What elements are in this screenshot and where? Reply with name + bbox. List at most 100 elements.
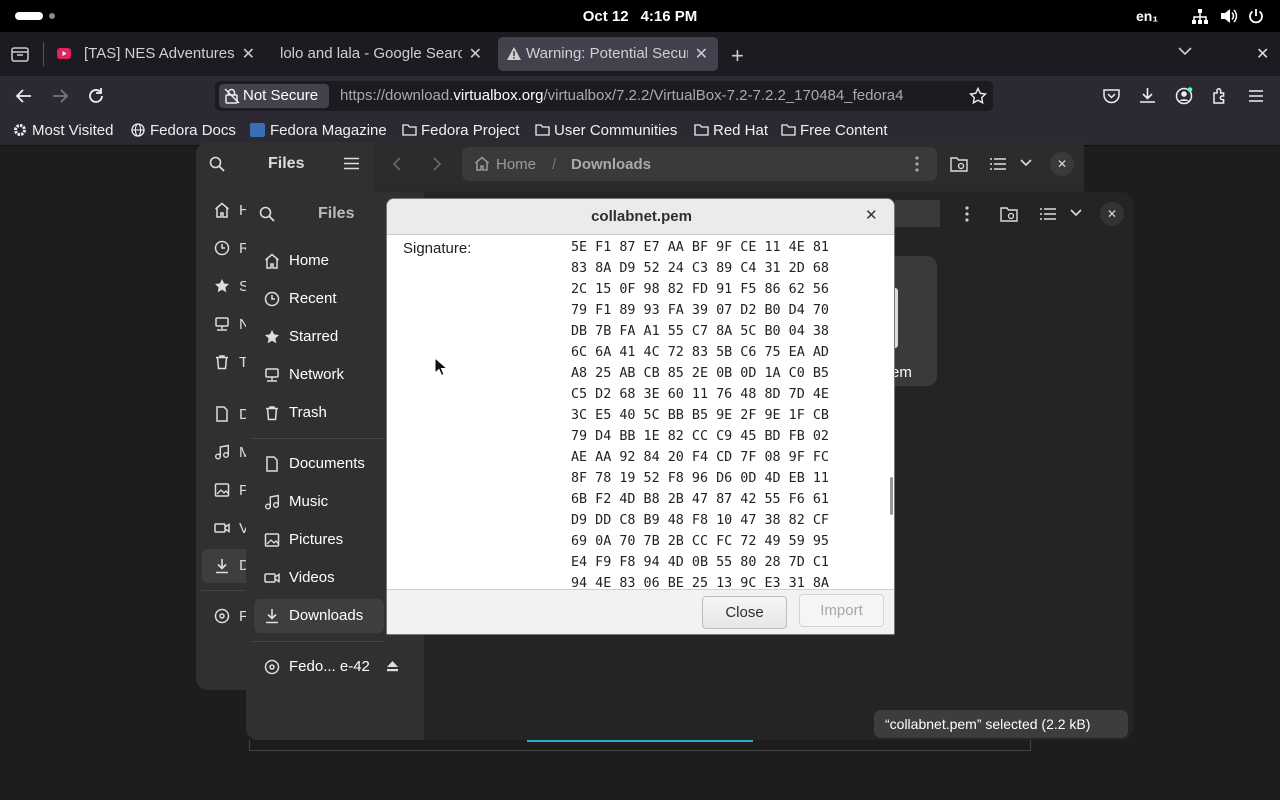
disc-icon[interactable] (214, 608, 230, 624)
clock-icon (264, 291, 280, 307)
hamburger-menu-icon[interactable] (344, 157, 359, 170)
list-all-tabs-icon[interactable] (1178, 46, 1192, 56)
search-icon[interactable] (209, 156, 225, 172)
search-folder-icon[interactable] (950, 156, 968, 172)
bookmark-free-content[interactable]: Free Content (781, 122, 888, 139)
close-tab-icon[interactable]: ✕ (242, 44, 255, 64)
bookmark-star-icon[interactable] (969, 87, 987, 105)
more-options-icon[interactable] (915, 156, 919, 172)
input-language[interactable]: en₁ (1136, 8, 1158, 24)
sidebar-item-network[interactable]: Network (254, 358, 384, 392)
breadcrumb-fragment[interactable] (895, 200, 940, 227)
forward-icon[interactable] (51, 88, 69, 104)
account-icon[interactable] (1175, 87, 1193, 105)
close-button[interactable]: Close (702, 596, 787, 629)
breadcrumb-home[interactable]: Home (496, 156, 536, 173)
power-icon[interactable] (1248, 8, 1264, 24)
dialog-scrollbar[interactable] (890, 477, 893, 515)
close-window-button[interactable]: ✕ (1100, 202, 1124, 226)
signature-hex-line: 8F 78 19 52 F8 96 D6 0D 4D EB 11 (571, 471, 829, 486)
close-window-button[interactable]: ✕ (1050, 152, 1074, 176)
sidebar-item-fedora-volume[interactable]: Fedo... e-42 (254, 650, 384, 684)
signature-hex-line: A8 25 AB CB 85 2E 0B 0D 1A C0 B5 (571, 366, 829, 381)
sidebar-item-pictures[interactable]: Pictures (254, 523, 384, 557)
volume-icon[interactable] (1220, 8, 1238, 24)
breadcrumb-current[interactable]: Downloads (571, 156, 651, 173)
bookmark-label: Fedora Project (421, 122, 520, 139)
tab-security-warning[interactable]: Warning: Potential Secur ✕ (498, 37, 718, 71)
bookmark-most-visited[interactable]: Most Visited (13, 122, 113, 139)
dialog-title: collabnet.pem (387, 199, 894, 235)
folder-icon (781, 124, 796, 136)
sidebar-item-starred[interactable]: Starred (254, 320, 384, 354)
more-options-icon[interactable] (965, 206, 969, 222)
video-icon[interactable] (214, 520, 230, 536)
sidebar-item-trash[interactable]: Trash (254, 396, 384, 430)
sidebar-item-downloads-back[interactable]: D (202, 549, 252, 583)
downloads-icon[interactable] (1139, 87, 1156, 104)
url-text[interactable]: https://download.virtualbox.org/virtualb… (340, 87, 960, 104)
sidebar-item-label: Downloads (289, 607, 364, 624)
pocket-icon[interactable] (1103, 88, 1120, 104)
search-folder-icon[interactable] (1000, 206, 1018, 222)
tab-nes-adventures[interactable]: [TAS] NES Adventures o ✕ (50, 37, 265, 71)
sidebar-divider (201, 590, 251, 591)
download-icon (264, 608, 280, 624)
signature-hex-line: 2C 15 0F 98 82 FD 91 F5 86 62 56 (571, 282, 829, 297)
tab-lolo-search[interactable]: lolo and lala - Google Searc ✕ (270, 37, 492, 71)
sidebar-item-label: Home (289, 252, 330, 269)
new-tab-icon[interactable]: + (731, 43, 744, 69)
reload-icon[interactable] (87, 87, 105, 105)
clock[interactable]: Oct 12 4:16 PM (0, 8, 1280, 25)
network-wired-icon[interactable] (1192, 9, 1208, 25)
close-tab-icon[interactable]: ✕ (469, 44, 482, 64)
bookmark-fedora-magazine[interactable]: Fedora Magazine (250, 122, 387, 139)
firefox-view-icon[interactable] (11, 46, 29, 62)
list-view-icon[interactable] (1040, 207, 1056, 221)
back-icon[interactable] (392, 157, 402, 171)
sidebar-item-music[interactable]: Music (254, 485, 384, 519)
sidebar-item-videos[interactable]: Videos (254, 561, 384, 595)
bookmark-fedora-project[interactable]: Fedora Project (402, 122, 519, 139)
close-tab-icon[interactable]: ✕ (695, 44, 708, 64)
bookmark-fedora-docs[interactable]: Fedora Docs (131, 122, 236, 139)
list-view-icon[interactable] (990, 157, 1006, 171)
extensions-icon[interactable] (1211, 87, 1229, 105)
view-options-chevron-icon[interactable] (1070, 209, 1082, 217)
music-icon[interactable] (214, 444, 230, 460)
close-window-icon[interactable]: ✕ (1256, 44, 1269, 64)
sidebar-item-label: Music (289, 493, 329, 510)
sidebar-divider (251, 438, 385, 439)
network-icon[interactable] (214, 316, 230, 332)
view-options-chevron-icon[interactable] (1020, 159, 1032, 167)
star-icon[interactable] (214, 278, 230, 294)
clock-icon[interactable] (214, 240, 230, 256)
breadcrumb[interactable]: Home / Downloads (462, 147, 937, 181)
eject-icon[interactable] (386, 660, 399, 672)
url-path: /virtualbox/7.2.2/VirtualBox-7.2-7.2.2_1… (543, 87, 904, 104)
picture-icon[interactable] (214, 482, 230, 498)
sidebar-item-documents[interactable]: Documents (254, 447, 384, 481)
menu-icon[interactable] (1248, 89, 1264, 103)
trash-icon[interactable] (214, 354, 230, 370)
sidebar-item-downloads[interactable]: Downloads (254, 599, 384, 633)
certificate-dialog: collabnet.pem ✕ Signature: 5E F1 87 E7 A… (386, 198, 895, 635)
back-icon[interactable] (15, 88, 33, 104)
url-prefix: https://download. (340, 87, 454, 104)
bookmark-red-hat[interactable]: Red Hat (694, 122, 768, 139)
certificate-details[interactable]: Signature: 5E F1 87 E7 AA BF 9F CE 11 4E… (387, 235, 894, 589)
bookmark-user-communities[interactable]: User Communities (535, 122, 677, 139)
not-secure-badge[interactable]: Not Secure (219, 84, 329, 108)
signature-hex-line: AE AA 92 84 20 F4 CD 7F 08 9F FC (571, 450, 829, 465)
document-icon[interactable] (214, 406, 230, 422)
forward-icon[interactable] (432, 157, 442, 171)
youtube-icon (57, 48, 71, 59)
signature-label: Signature: (403, 240, 472, 257)
import-button[interactable]: Import (799, 594, 884, 627)
sidebar-item-home[interactable]: Home (254, 244, 384, 278)
bookmark-label: User Communities (554, 122, 678, 139)
sidebar-item-recent[interactable]: Recent (254, 282, 384, 316)
home-icon[interactable] (214, 202, 230, 218)
search-icon[interactable] (259, 206, 275, 222)
dialog-close-icon[interactable]: ✕ (865, 206, 878, 224)
